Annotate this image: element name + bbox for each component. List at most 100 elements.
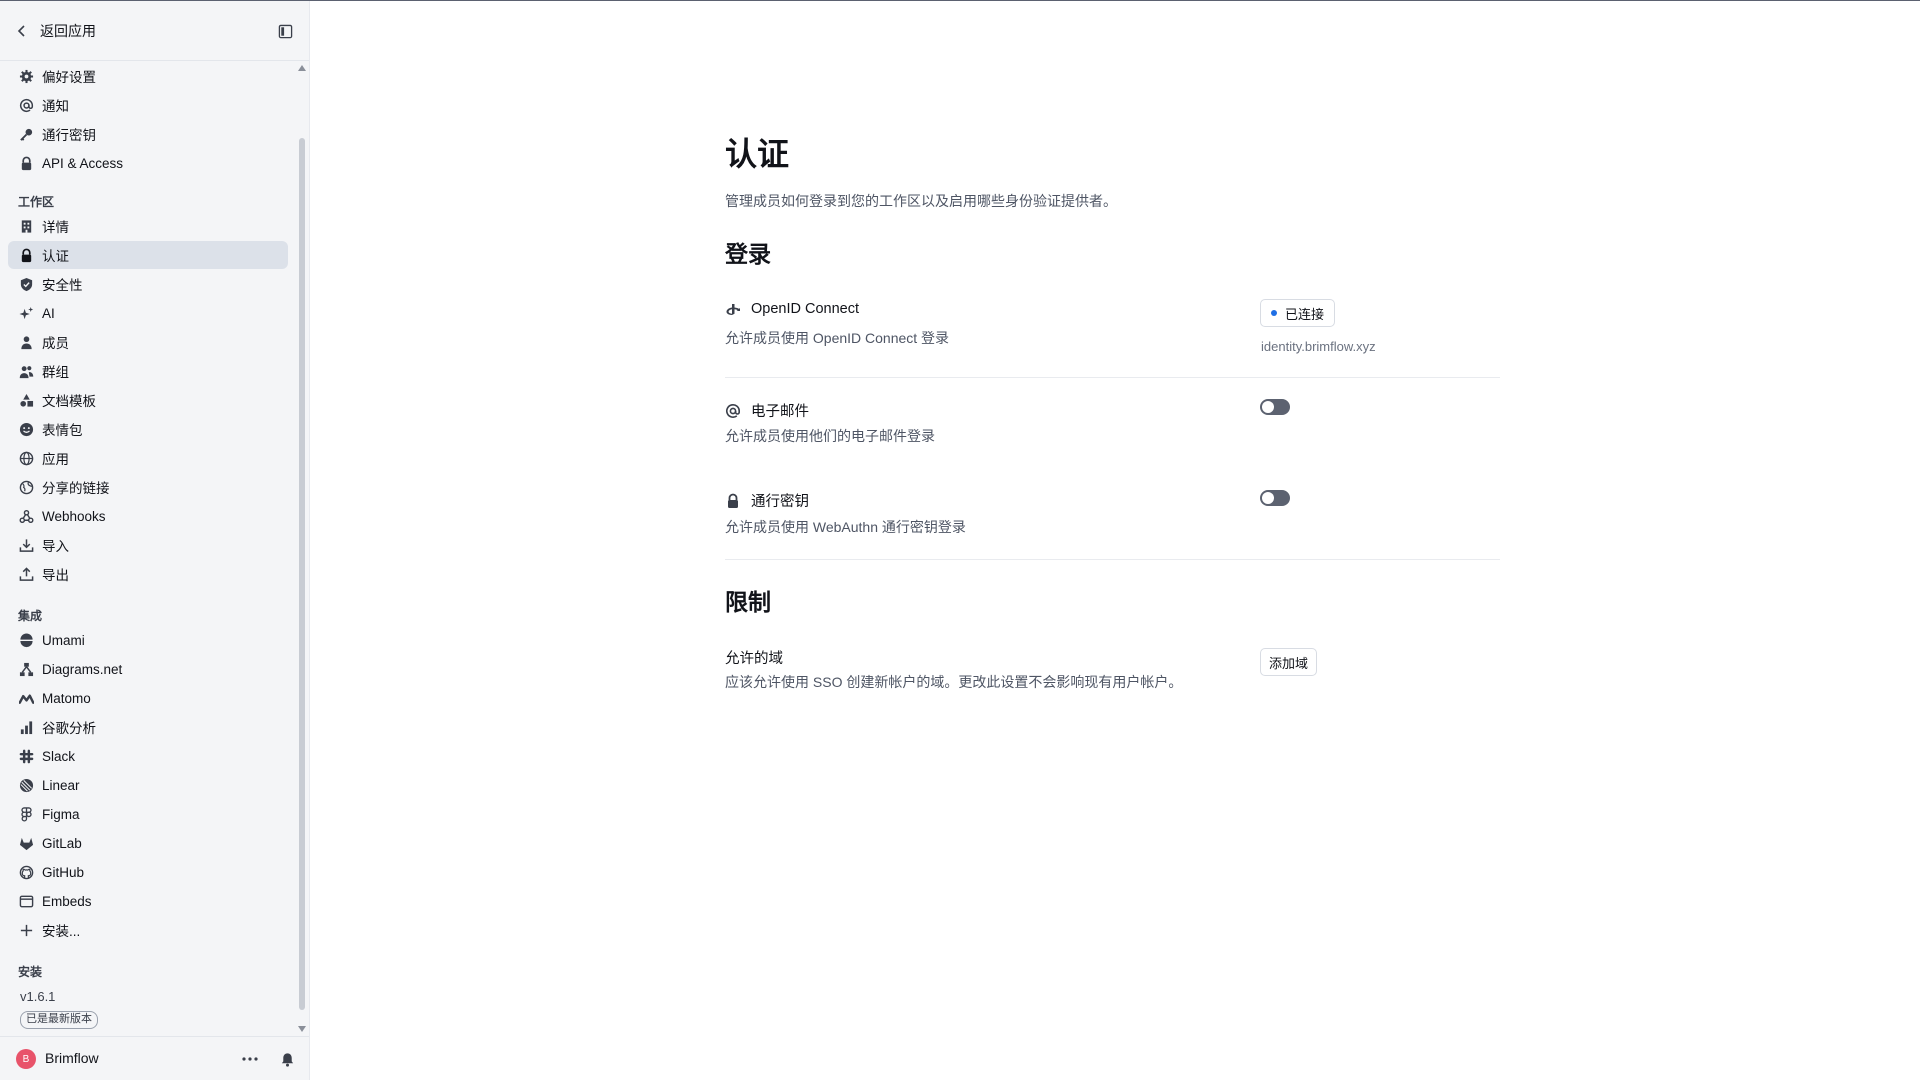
lock-icon	[18, 155, 34, 171]
oidc-title: OpenID Connect	[725, 301, 859, 317]
lock-icon	[18, 247, 34, 263]
add-domain-button[interactable]: 添加域	[1260, 648, 1318, 676]
sidebar-item-notifications[interactable]: 通知	[8, 91, 288, 119]
sidebar-item-export[interactable]: 导出	[8, 560, 288, 588]
sidebar-item-linear[interactable]: Linear	[8, 771, 288, 799]
shapes-icon	[18, 392, 34, 408]
sidebar-item-label: 应用	[42, 452, 69, 467]
export-icon	[18, 566, 34, 582]
sidebar-item-gitlab[interactable]: GitLab	[8, 829, 288, 857]
sidebar-item-passkeys[interactable]: 通行密钥	[8, 120, 288, 148]
sidebar-item-emoji[interactable]: 表情包	[8, 415, 288, 443]
section-label-workspace: 工作区	[18, 195, 55, 209]
sidebar-item-label: API & Access	[42, 155, 124, 171]
bell-icon	[281, 1052, 293, 1067]
sidebar-item-preferences[interactable]: 偏好设置	[8, 62, 288, 90]
globe-link-icon	[18, 479, 34, 495]
sidebar-item-authentication[interactable]: 认证	[8, 241, 288, 269]
sidebar-item-label: 通行密钥	[42, 128, 96, 143]
sidebar-item-apps[interactable]: 应用	[8, 444, 288, 472]
sidebar-item-import[interactable]: 导入	[8, 531, 288, 559]
sidebar-item-ai[interactable]: AI	[8, 299, 288, 327]
sidebar-item-label: GitHub	[42, 864, 85, 880]
email-toggle[interactable]	[1260, 399, 1290, 415]
sidebar: 返回应用 偏好设置 通知 通行密钥 API & Access 工作区 详情 认证…	[0, 1, 310, 1080]
scroll-down-arrow[interactable]	[298, 1026, 306, 1032]
sidebar-footer: B Brimflow	[0, 1036, 309, 1080]
passkey-toggle[interactable]	[1260, 490, 1290, 506]
toggle-knob	[1262, 492, 1274, 504]
sidebar-item-google-analytics[interactable]: 谷歌分析	[8, 713, 288, 741]
oidc-status-label: 已连接	[1285, 306, 1325, 322]
sidebar-item-label: Figma	[42, 806, 80, 822]
oidc-description: 允许成员使用 OpenID Connect 登录	[725, 330, 950, 346]
import-icon	[18, 537, 34, 553]
sidebar-item-github[interactable]: GitHub	[8, 858, 288, 886]
back-to-app-button[interactable]: 返回应用	[14, 17, 96, 45]
at-icon	[726, 403, 740, 418]
more-options-button[interactable]	[239, 1049, 261, 1069]
sidebar-item-label: Embeds	[42, 893, 92, 909]
sidebar-item-label: AI	[42, 305, 55, 321]
sidebar-item-label: Diagrams.net	[42, 661, 123, 677]
connected-dot-icon	[1271, 310, 1277, 316]
scroll-up-arrow[interactable]	[298, 65, 306, 71]
sidebar-item-label: 群组	[42, 365, 69, 380]
sidebar-item-figma[interactable]: Figma	[8, 800, 288, 828]
sidebar-item-api-access[interactable]: API & Access	[8, 149, 288, 177]
sidebar-item-groups[interactable]: 群组	[8, 357, 288, 385]
users-icon	[18, 363, 34, 379]
oidc-title-label: OpenID Connect	[751, 301, 860, 317]
sidebar-item-matomo[interactable]: Matomo	[8, 684, 288, 712]
sparkle-icon	[18, 305, 34, 321]
allowed-domains-title: 允许的域	[725, 651, 783, 667]
app-version: v1.6.1	[20, 989, 56, 1004]
sidebar-item-webhooks[interactable]: Webhooks	[8, 502, 288, 530]
section-label-integrations: 集成	[18, 609, 43, 623]
diagrams-icon	[18, 661, 34, 677]
sidebar-item-label: 分享的链接	[42, 481, 110, 496]
user-icon	[18, 334, 34, 350]
figma-icon	[18, 806, 34, 822]
sidebar-item-embeds[interactable]: Embeds	[8, 887, 288, 915]
sidebar-item-label: Webhooks	[42, 508, 106, 524]
sidebar-toggle-icon	[278, 24, 292, 38]
oidc-status-badge[interactable]: 已连接	[1260, 299, 1336, 327]
page-title: 认证	[725, 136, 790, 172]
scrollbar-thumb[interactable]	[299, 138, 305, 1010]
page-description: 管理成员如何登录到您的工作区以及启用哪些身份验证提供者。	[725, 193, 1117, 209]
sidebar-item-label: Slack	[42, 748, 76, 764]
sidebar-item-label: Matomo	[42, 690, 91, 706]
key-icon	[18, 126, 34, 142]
sidebar-item-security[interactable]: 安全性	[8, 270, 288, 298]
sidebar-item-label: 导出	[42, 568, 69, 583]
sidebar-item-label: 表情包	[42, 423, 83, 438]
sidebar-item-templates[interactable]: 文档模板	[8, 386, 288, 414]
bar-chart-icon	[18, 719, 34, 735]
sidebar-scrollbar[interactable]	[297, 61, 307, 1036]
collapse-sidebar-button[interactable]	[275, 21, 295, 41]
section-label-install: 安装	[18, 965, 43, 979]
plus-icon	[18, 922, 34, 938]
workspace-name[interactable]: Brimflow	[45, 1050, 99, 1066]
sidebar-item-shared-links[interactable]: 分享的链接	[8, 473, 288, 501]
sidebar-item-slack[interactable]: Slack	[8, 742, 288, 770]
sidebar-item-install-more[interactable]: 安装...	[8, 916, 288, 944]
sidebar-item-diagrams[interactable]: Diagrams.net	[8, 655, 288, 683]
sidebar-item-label: 偏好设置	[42, 70, 96, 85]
sidebar-item-label: 安装...	[42, 924, 81, 939]
up-to-date-badge: 已是最新版本	[20, 1011, 98, 1029]
chevron-left-icon	[17, 25, 25, 37]
lock-icon	[728, 493, 738, 508]
embed-icon	[18, 893, 34, 909]
notifications-button[interactable]	[277, 1049, 297, 1069]
sidebar-item-details[interactable]: 详情	[8, 212, 288, 240]
email-description: 允许成员使用他们的电子邮件登录	[725, 428, 935, 444]
sidebar-item-umami[interactable]: Umami	[8, 626, 288, 654]
sidebar-item-members[interactable]: 成员	[8, 328, 288, 356]
avatar[interactable]: B	[16, 1049, 36, 1069]
at-icon	[18, 97, 34, 113]
divider	[725, 377, 1500, 378]
restrictions-heading: 限制	[725, 589, 771, 615]
login-heading: 登录	[725, 241, 771, 267]
